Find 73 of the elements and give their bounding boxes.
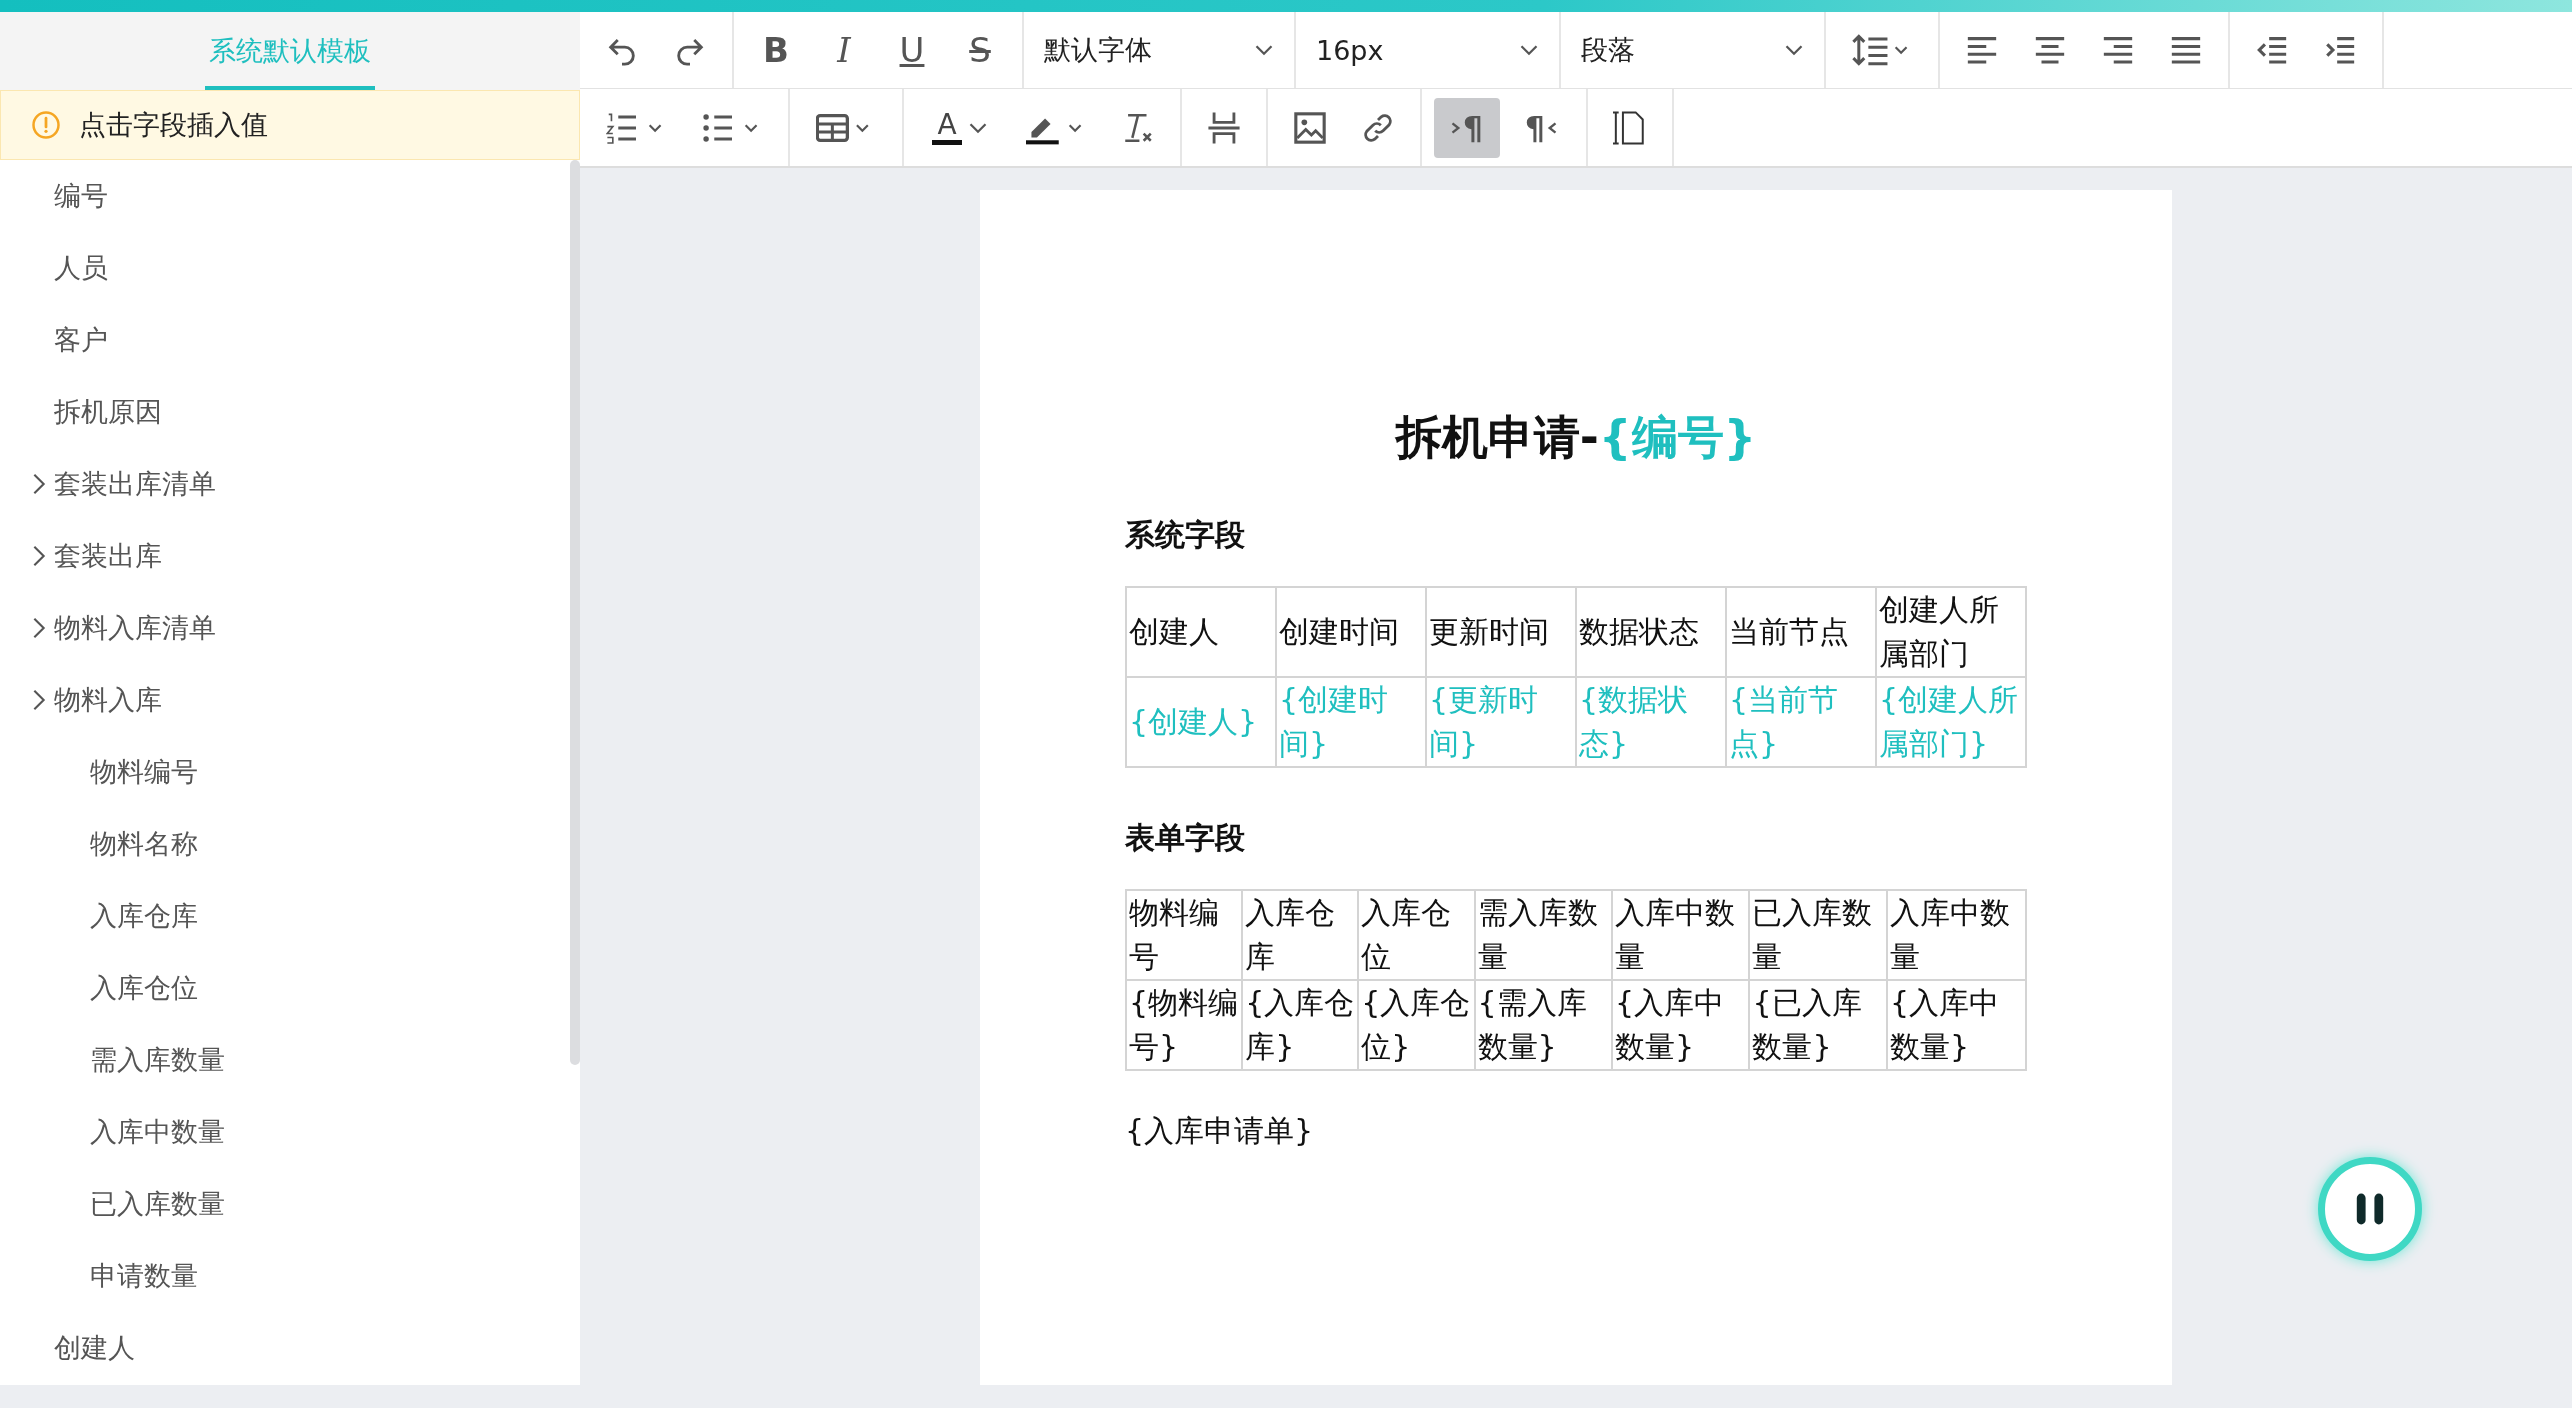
table-cell: {创建人所属部门} (1876, 677, 2026, 768)
chevron-icon (32, 544, 46, 568)
table-cell: {入库仓位} (1358, 980, 1475, 1071)
table-cell: {已入库数量} (1749, 980, 1887, 1071)
table-cell: 入库中数量 (1611, 890, 1750, 981)
field-item[interactable]: 已入库数量 (0, 1168, 510, 1240)
table-cell: {需入库数量} (1474, 980, 1612, 1071)
paragraph-select[interactable]: 段落 (1561, 12, 1826, 88)
caret-icon (1519, 43, 1539, 57)
format-button[interactable]: I (814, 20, 874, 80)
caret-icon (1784, 43, 1804, 57)
table-cell: {创建人} (1126, 677, 1276, 768)
table-cell: 创建人 (1126, 587, 1276, 678)
format-button[interactable]: U (882, 20, 942, 80)
field-item[interactable]: 客户 (0, 304, 474, 376)
table-cell: {当前节点} (1726, 677, 1876, 768)
table-cell: {创建时间} (1276, 677, 1426, 768)
rtl-direction-button[interactable]: ¶ (1508, 97, 1574, 158)
field-item[interactable]: 人员 (0, 232, 474, 304)
section-heading: 表单字段 (1125, 819, 1246, 858)
chevron-icon (32, 688, 46, 712)
warning-icon (31, 110, 61, 140)
field-item[interactable]: 套装出库 (0, 520, 474, 592)
notice-text: 点击字段插入值 (79, 108, 268, 142)
document-text: {入库申请单} (1125, 1112, 1315, 1151)
image-icon (1293, 110, 1327, 145)
table-cell: 已入库数量 (1749, 890, 1887, 981)
table-cell: {入库中数量} (1886, 980, 2026, 1071)
table-cell: 当前节点 (1726, 587, 1876, 678)
table-cell: 入库仓位 (1358, 890, 1475, 981)
field-item[interactable]: 拆机原因 (0, 376, 474, 448)
table-cell: 需入库数量 (1474, 890, 1612, 981)
field-item[interactable]: 创建人 (0, 1312, 474, 1384)
font-size-select[interactable]: 16px (1296, 12, 1561, 88)
format-button[interactable]: B (746, 20, 806, 80)
page-icon (1613, 110, 1647, 145)
pause-button[interactable] (2318, 1157, 2422, 1261)
field-item[interactable]: 物料入库清单 (0, 592, 474, 664)
table-cell: 入库仓库 (1242, 890, 1359, 981)
field-item[interactable]: 物料入库 (0, 664, 474, 736)
field-item[interactable]: 需入库数量 (0, 1024, 510, 1096)
format-button[interactable]: S (950, 20, 1010, 80)
field-item[interactable]: 编号 (0, 160, 474, 232)
table-cell: 物料编号 (1126, 890, 1243, 981)
field-item[interactable]: 入库仓库 (0, 880, 510, 952)
table-cell: {入库中数量} (1611, 980, 1750, 1071)
table-cell: {更新时间} (1426, 677, 1576, 768)
field-item[interactable]: 申请数量 (0, 1240, 510, 1312)
page-break-icon (1207, 110, 1241, 145)
table-cell: 入库中数量 (1886, 890, 2026, 981)
table-cell: 更新时间 (1426, 587, 1576, 678)
table-cell: 创建时间 (1276, 587, 1426, 678)
table-cell: {入库仓库} (1242, 980, 1359, 1071)
field-item[interactable]: 套装出库清单 (0, 448, 474, 520)
document-title: 拆机申请-{编号} (1394, 410, 1758, 466)
table-cell: {物料编号} (1126, 980, 1243, 1071)
font-family-select[interactable]: 默认字体 (1024, 12, 1296, 88)
ltr-direction-button[interactable]: ¶ (1434, 97, 1500, 158)
chevron-icon (32, 472, 46, 496)
field-item[interactable]: 入库仓位 (0, 952, 510, 1024)
caret-icon (1254, 43, 1274, 57)
section-heading: 系统字段 (1125, 516, 1246, 555)
chevron-icon (1547, 120, 1558, 135)
field-item[interactable]: 物料编号 (0, 736, 510, 808)
field-item[interactable]: 入库中数量 (0, 1096, 510, 1168)
chevron-icon (1450, 120, 1461, 135)
chevron-icon (32, 616, 46, 640)
field-item[interactable]: 物料名称 (0, 808, 510, 880)
table-cell: {数据状态} (1576, 677, 1726, 768)
table-cell: 数据状态 (1576, 587, 1726, 678)
font-color-button[interactable]: A (916, 97, 1004, 158)
scrollbar-thumb[interactable] (570, 160, 580, 1065)
table-cell: 创建人所属部门 (1876, 587, 2026, 678)
